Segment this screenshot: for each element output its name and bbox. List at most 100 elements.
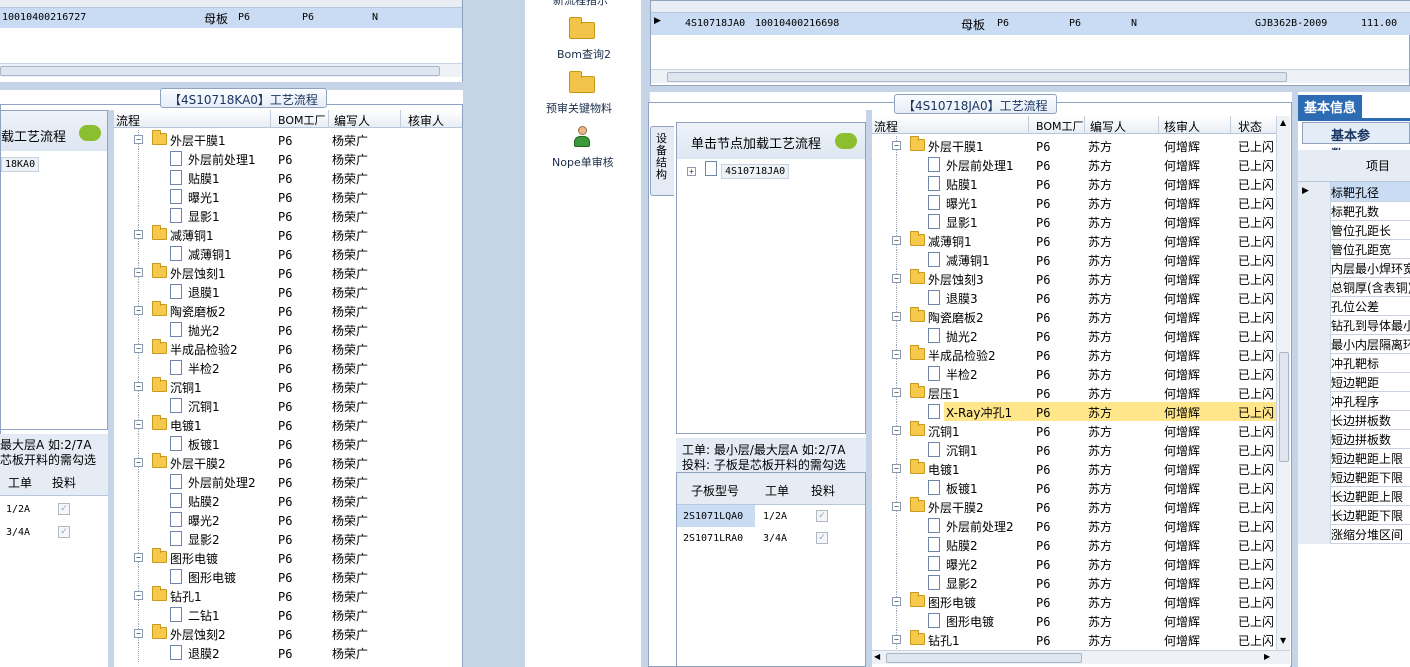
collapse-icon[interactable]: −	[134, 382, 143, 391]
tree-row[interactable]: − 电镀1 P6 苏方 何增辉 已上闪	[872, 459, 1276, 478]
user-icon[interactable]	[573, 126, 591, 148]
tree-node-label[interactable]: 减薄铜1	[188, 246, 232, 263]
tree-node-label[interactable]: 电镀1	[928, 461, 960, 478]
collapse-icon[interactable]: −	[134, 629, 143, 638]
table-row[interactable]: ▶ 4S10718JA0 10010400216698 母板 P6 P6 N G…	[651, 13, 1410, 35]
expand-icon[interactable]: +	[687, 167, 696, 176]
tree-row[interactable]: − 半成品检验2 P6 苏方 何增辉 已上闪	[872, 345, 1276, 364]
tree-row[interactable]: − 陶瓷磨板2 P6 杨荣广	[114, 301, 462, 320]
scrollbar-thumb[interactable]	[667, 72, 1287, 82]
collapse-icon[interactable]: −	[134, 306, 143, 315]
folder-icon[interactable]	[567, 16, 597, 40]
tree-row[interactable]: 抛光2 P6 杨荣广	[114, 320, 462, 339]
tree-node-label[interactable]: 显影2	[188, 531, 220, 548]
tree-row[interactable]: 贴膜2 P6 杨荣广	[114, 491, 462, 510]
tree-row[interactable]: 减薄铜1 P6 杨荣广	[114, 244, 462, 263]
tree-row[interactable]: − 钻孔1 P6 苏方 何增辉 已上闪	[872, 630, 1276, 649]
cell-model[interactable]: 2S1071LQA0	[683, 511, 743, 522]
tree-row[interactable]: 二钻1 P6 杨荣广	[114, 605, 462, 624]
scrollbar-thumb[interactable]	[1279, 352, 1289, 462]
tree-node-label[interactable]: 半检2	[946, 366, 978, 383]
tree-node-label[interactable]: 图形电镀	[170, 550, 218, 567]
folder-icon[interactable]	[567, 70, 597, 94]
tree-row[interactable]: 图形电镀 P6 苏方 何增辉 已上闪	[872, 611, 1276, 630]
collapse-icon[interactable]: −	[134, 230, 143, 239]
tree-node-label[interactable]: 二钻1	[188, 607, 220, 624]
collapse-icon[interactable]: −	[134, 135, 143, 144]
tree-row[interactable]: 显影2 P6 杨荣广	[114, 529, 462, 548]
tree-row[interactable]: − 图形电镀 P6 杨荣广	[114, 548, 462, 567]
tree-row[interactable]: 外层前处理2 P6 杨荣广	[114, 472, 462, 491]
tree-row[interactable]: 减薄铜1 P6 苏方 何增辉 已上闪	[872, 250, 1276, 269]
tree-row[interactable]: − 外层干膜2 P6 杨荣广	[114, 453, 462, 472]
tree-row[interactable]: 沉铜1 P6 苏方 何增辉 已上闪	[872, 440, 1276, 459]
vertical-scrollbar[interactable]: ▲ ▼	[1276, 116, 1290, 650]
tree-row[interactable]: 曝光2 P6 杨荣广	[114, 510, 462, 529]
collapse-icon[interactable]: −	[134, 458, 143, 467]
tree-node-label[interactable]: 曝光1	[188, 189, 220, 206]
tree-row[interactable]: 沉铜1 P6 杨荣广	[114, 396, 462, 415]
tree-node-label[interactable]: 外层前处理1	[188, 151, 256, 168]
tree-node[interactable]: 4S10718JA0	[721, 164, 790, 179]
tree-node-label[interactable]: 贴膜2	[946, 537, 978, 554]
tree-node-label[interactable]: 半检2	[188, 360, 220, 377]
launcher-label[interactable]: 新流程指示	[553, 0, 608, 8]
tree-row[interactable]: 退膜1 P6 杨荣广	[114, 282, 462, 301]
param-row[interactable]: 管位孔距长	[1298, 220, 1410, 240]
tree-row[interactable]: − 减薄铜1 P6 杨荣广	[114, 225, 462, 244]
param-row[interactable]: 标靶孔数	[1298, 201, 1410, 221]
tree-row[interactable]: 图形电镀 P6 杨荣广	[114, 567, 462, 586]
tree-node-label[interactable]: 板镀1	[188, 436, 220, 453]
param-row[interactable]: 长边靶距下限	[1298, 505, 1410, 525]
scroll-left-icon[interactable]: ◀	[874, 652, 880, 661]
tree-row[interactable]: − 外层蚀刻3 P6 苏方 何增辉 已上闪	[872, 269, 1276, 288]
param-row[interactable]: 短边拼板数	[1298, 429, 1410, 449]
collapse-icon[interactable]: −	[892, 350, 901, 359]
collapse-icon[interactable]: −	[134, 268, 143, 277]
tree-row[interactable]: 退膜3 P6 苏方 何增辉 已上闪	[872, 288, 1276, 307]
param-row[interactable]: 孔位公差	[1298, 296, 1410, 316]
tree-node-label[interactable]: 抛光2	[188, 322, 220, 339]
tree-row[interactable]: 曝光2 P6 苏方 何增辉 已上闪	[872, 554, 1276, 573]
tree-node-label[interactable]: 外层干膜2	[928, 499, 984, 516]
tree-node-label[interactable]: 陶瓷磨板2	[170, 303, 226, 320]
param-row[interactable]: 总铜厚(含表铜)	[1298, 277, 1410, 297]
scroll-right-icon[interactable]: ▶	[1264, 652, 1270, 661]
tree-node-label[interactable]: 贴膜1	[946, 176, 978, 193]
param-row[interactable]: ▶ 标靶孔径	[1298, 182, 1410, 202]
param-row[interactable]: 冲孔程序	[1298, 391, 1410, 411]
collapse-icon[interactable]: −	[892, 635, 901, 644]
tree-row[interactable]: − 外层干膜2 P6 苏方 何增辉 已上闪	[872, 497, 1276, 516]
collapse-icon[interactable]: −	[892, 236, 901, 245]
tree-node-label[interactable]: 半成品检验2	[928, 347, 996, 364]
tab-basic-info[interactable]: 基本信息	[1298, 95, 1363, 118]
param-row[interactable]: 冲孔靶标	[1298, 353, 1410, 373]
collapse-icon[interactable]: −	[134, 553, 143, 562]
tree-node-label[interactable]: 退膜3	[946, 290, 978, 307]
tree-node-label[interactable]: 钻孔1	[928, 632, 960, 649]
feed-checkbox[interactable]: ✓	[58, 503, 70, 515]
tree-node-label[interactable]: 外层前处理2	[946, 518, 1014, 535]
tree-row[interactable]: − 沉铜1 P6 杨荣广	[114, 377, 462, 396]
scroll-down-icon[interactable]: ▼	[1280, 636, 1286, 645]
tree-row[interactable]: 曝光1 P6 杨荣广	[114, 187, 462, 206]
tree-node-label[interactable]: 曝光1	[946, 195, 978, 212]
cell-model[interactable]: 2S1071LRA0	[683, 533, 743, 544]
tree-row[interactable]: − 外层蚀刻1 P6 杨荣广	[114, 263, 462, 282]
tab-basic-params[interactable]: 基本参数	[1302, 122, 1410, 163]
collapse-icon[interactable]: −	[892, 597, 901, 606]
tree-row[interactable]: 半检2 P6 苏方 何增辉 已上闪	[872, 364, 1276, 383]
tree-node-label[interactable]: 板镀1	[946, 480, 978, 497]
tree-node-label[interactable]: 退膜2	[188, 645, 220, 662]
tree-row[interactable]: − 图形电镀 P6 苏方 何增辉 已上闪	[872, 592, 1276, 611]
tree-node-label[interactable]: 退膜1	[188, 284, 220, 301]
collapse-icon[interactable]: −	[892, 141, 901, 150]
tree-row[interactable]: 抛光2 P6 苏方 何增辉 已上闪	[872, 326, 1276, 345]
param-row[interactable]: 最小内层隔离环	[1298, 334, 1410, 354]
param-row[interactable]: 钻孔到导体最小	[1298, 315, 1410, 335]
tree-node-label[interactable]: 图形电镀	[946, 613, 994, 630]
param-row[interactable]: 短边靶距上限	[1298, 448, 1410, 468]
tree-node-label[interactable]: 沉铜1	[170, 379, 202, 396]
tree-row[interactable]: − 层压1 P6 苏方 何增辉 已上闪	[872, 383, 1276, 402]
tree-row[interactable]: 板镀1 P6 杨荣广	[114, 434, 462, 453]
